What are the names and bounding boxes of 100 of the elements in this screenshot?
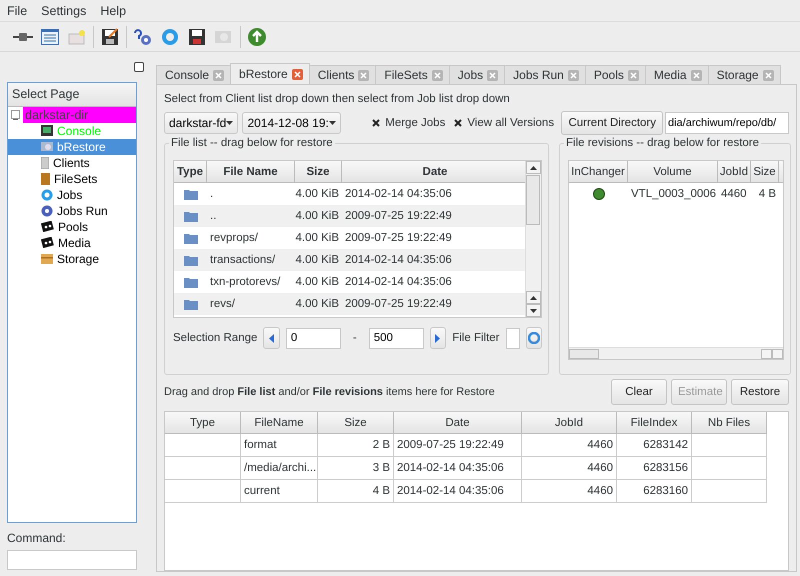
table-cell-text: VTL_0003_0006 [630,187,718,202]
column-header[interactable]: Type [174,161,207,183]
menu-item[interactable]: Help [96,4,130,18]
scroll-thumb[interactable] [569,348,599,358]
close-icon[interactable] [568,70,579,80]
scroll-down-button[interactable] [526,304,541,317]
table-cell: 6283156 [617,457,692,480]
tape-icon [41,237,54,248]
scroll-thumb[interactable] [526,175,540,225]
job-dropdown[interactable]: 2014-12-08 19: [242,112,341,134]
table-cell-text: 2009-07-25 19:22:49 [344,209,453,224]
refresh-button[interactable] [526,327,542,349]
table-cell-text: 4.00 KiB [295,209,340,224]
column-header[interactable]: Volume [628,161,718,183]
tab[interactable]: Jobs Run [504,65,586,84]
float-button[interactable] [134,62,144,72]
table-cell: 6283160 [617,480,692,503]
caret-icon [226,121,234,125]
table-cell-text: .. [209,209,218,224]
tree-item[interactable]: Media [8,234,136,251]
close-icon[interactable] [487,70,498,80]
column-header[interactable]: JobId [522,412,617,434]
tab[interactable]: Storage [708,65,781,84]
table-cell-text: 2014-02-14 04:35:06 [344,275,453,290]
close-icon[interactable] [762,70,774,80]
table-cell-text: 2014-02-14 04:35:06 [344,187,453,202]
column-header[interactable]: Date [394,412,522,434]
tree-item[interactable]: FileSets [8,170,136,187]
table-cell-text: 4460 [720,187,748,202]
column-header[interactable]: FileName [241,412,318,434]
scroll-up-button[interactable] [526,291,541,304]
range-end-field[interactable]: 500 [368,328,424,348]
tab[interactable]: Jobs [448,65,506,84]
tree-item[interactable]: Clients [8,154,136,171]
column-header[interactable]: Size [751,161,779,183]
option-checkbox[interactable]: Merge Jobs [371,117,446,129]
toolbar-button[interactable] [99,26,121,48]
list-icon [41,28,59,44]
tape-icon [41,221,54,232]
close-icon[interactable] [432,70,443,80]
previous-button[interactable] [263,327,280,349]
scrollbar[interactable] [569,347,783,359]
range-separator: - [352,332,358,344]
tree-item[interactable]: Pools [8,218,136,235]
column-header[interactable]: Size [318,412,394,434]
scrollbar[interactable] [525,161,541,317]
close-icon[interactable] [292,68,303,80]
menu-item[interactable]: Settings [37,4,90,18]
action-button[interactable]: Restore [731,379,789,405]
terminal-icon [41,125,53,136]
tree-item[interactable]: Jobs Run [8,202,136,219]
column-header[interactable]: Date [342,161,525,183]
current-directory-button[interactable]: Current Directory [561,111,663,135]
file-filter-field[interactable] [506,328,520,348]
question-gear-icon [133,28,153,46]
folder-icon [184,254,198,266]
table-cell: 4460 [522,457,617,480]
column-header[interactable]: JobId [718,161,751,183]
table-cell-text: 4.00 KiB [295,275,340,290]
action-button[interactable]: Clear [611,379,667,405]
folder-icon [184,276,198,288]
close-icon[interactable] [690,70,702,80]
close-icon[interactable] [628,70,639,80]
column-header[interactable]: FileIndex [617,412,692,434]
close-icon[interactable] [213,70,224,80]
option-checkbox[interactable]: View all Versions [453,117,554,129]
tab[interactable]: Console [156,65,232,84]
table-cell: format [241,434,318,457]
column-header[interactable]: File Name [207,161,295,183]
next-button[interactable] [430,327,446,349]
tab[interactable]: FileSets [375,65,450,84]
column-header[interactable]: Size [295,161,342,183]
menu-item[interactable]: File [3,4,32,18]
tab[interactable]: Pools [584,65,646,84]
left-arrow-icon [269,334,274,342]
range-start-field[interactable]: 0 [286,328,341,348]
collapse-toggle[interactable] [11,110,20,120]
table-cell: current [241,480,318,503]
caret-icon [328,121,336,125]
table-cell-text: 2009-07-25 19:22:49 [344,231,453,246]
table-cell: 2 B [318,434,394,457]
scroll-up-button[interactable] [526,161,541,174]
tree-item[interactable]: Storage [8,250,136,267]
column-header[interactable]: Nb Files [692,412,767,434]
column-header[interactable]: InChanger [569,161,628,183]
tab[interactable]: Media [644,65,709,84]
column-header[interactable]: Type [165,412,241,434]
table-cell-text: 2014-02-14 04:35:06 [344,253,453,268]
tree-item[interactable]: Jobs [8,186,136,203]
close-icon[interactable] [358,70,370,80]
table-cell: 4460 [522,480,617,503]
table-cell: /media/archi... [241,457,318,480]
folder-icon [184,188,198,200]
directory-field[interactable]: dia/archiwum/repo/db/ [665,112,789,134]
selection-range-label: Selection Range [173,332,258,344]
tab[interactable]: Clients [308,65,376,84]
up-triangle-icon [530,166,537,170]
client-dropdown[interactable]: darkstar-fd [164,112,238,134]
table-cell-text: transactions/ [209,253,276,268]
command-field[interactable] [7,550,137,570]
